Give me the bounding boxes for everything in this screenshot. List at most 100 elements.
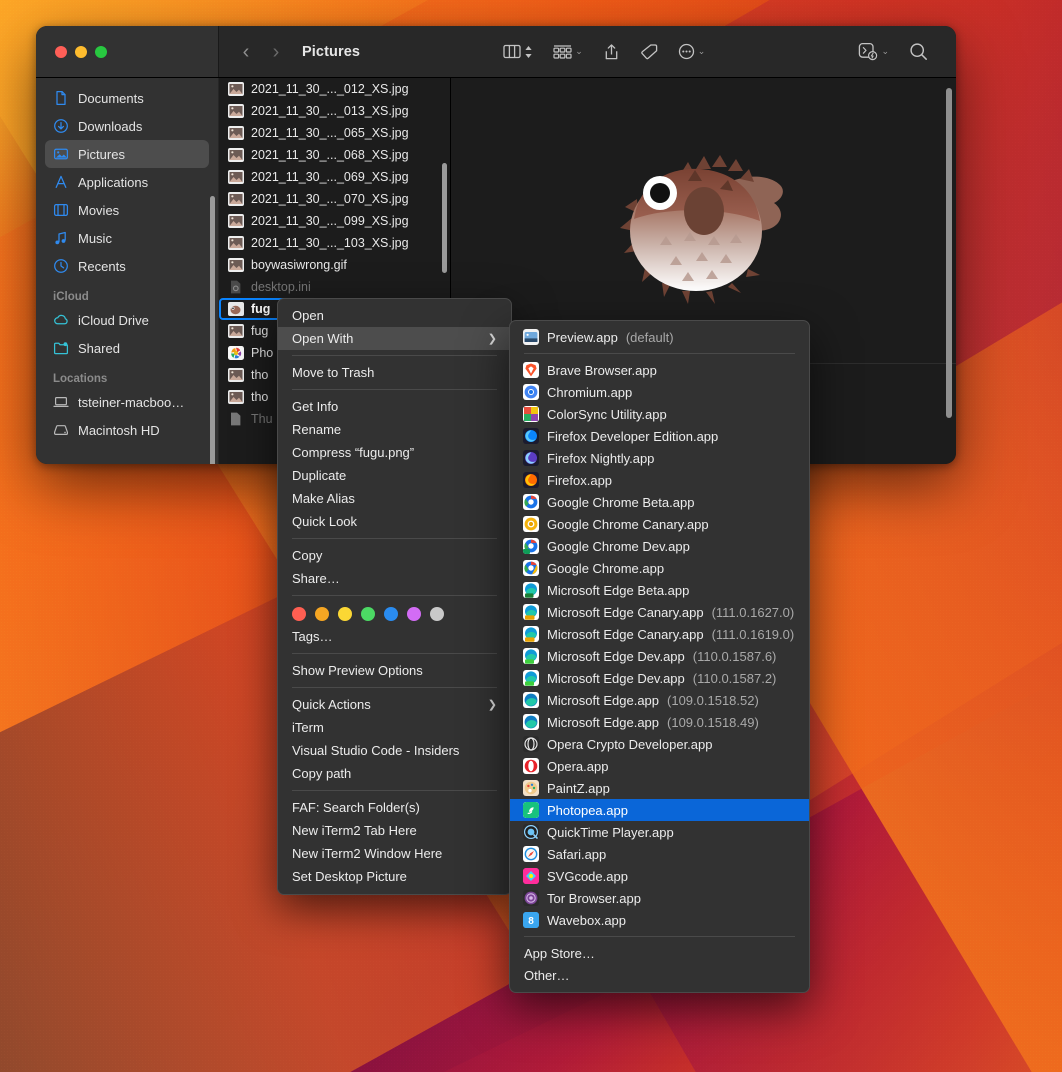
context-menu-item-new-iterm2-window-here[interactable]: New iTerm2 Window Here — [278, 842, 511, 865]
tag-color-dot[interactable] — [361, 607, 375, 621]
tag-color-dot[interactable] — [315, 607, 329, 621]
tags-button[interactable] — [640, 43, 658, 60]
file-list-item[interactable]: 2021_11_30_..._070_XS.jpg — [219, 188, 450, 210]
view-mode-stepper-icon[interactable] — [524, 44, 533, 60]
file-list-item[interactable]: 2021_11_30_..._069_XS.jpg — [219, 166, 450, 188]
tag-color-dot[interactable] — [292, 607, 306, 621]
context-menu-item-get-info[interactable]: Get Info — [278, 395, 511, 418]
chevron-down-icon[interactable]: ⌄ — [881, 46, 889, 57]
open-with-item-microsoft-edge-app[interactable]: Microsoft Edge.app (109.0.1518.52) — [510, 689, 809, 711]
file-list-item[interactable]: boywasiwrong.gif — [219, 254, 450, 276]
open-with-item-colorsync-utility-app[interactable]: ColorSync Utility.app — [510, 403, 809, 425]
open-with-item-quicktime-player-app[interactable]: QuickTime Player.app — [510, 821, 809, 843]
open-with-item-google-chrome-app[interactable]: Google Chrome.app — [510, 557, 809, 579]
sidebar-item-documents[interactable]: Documents — [45, 84, 209, 112]
open-with-item-microsoft-edge-dev-app[interactable]: Microsoft Edge Dev.app (110.0.1587.6) — [510, 645, 809, 667]
sidebar-item-tsteiner-macboo[interactable]: tsteiner-macboo… — [45, 388, 209, 416]
open-with-item-microsoft-edge-dev-app[interactable]: Microsoft Edge Dev.app (110.0.1587.2) — [510, 667, 809, 689]
open-with-item-svgcode-app[interactable]: SVGcode.app — [510, 865, 809, 887]
open-with-item-brave-browser-app[interactable]: Brave Browser.app — [510, 359, 809, 381]
file-list-item[interactable]: 2021_11_30_..._012_XS.jpg — [219, 78, 450, 100]
open-with-item-wavebox-app[interactable]: 8Wavebox.app — [510, 909, 809, 931]
open-with-item-firefox-app[interactable]: Firefox.app — [510, 469, 809, 491]
more-actions-control[interactable]: ⌄ — [678, 43, 706, 60]
context-menu-item-open[interactable]: Open — [278, 304, 511, 327]
context-menu-item-set-desktop-picture[interactable]: Set Desktop Picture — [278, 865, 511, 888]
open-with-item-photopea-app[interactable]: Photopea.app — [510, 799, 809, 821]
open-with-item-preview-app[interactable]: Preview.app (default) — [510, 326, 809, 348]
close-button[interactable] — [55, 46, 67, 58]
view-mode-control[interactable] — [503, 44, 533, 60]
open-with-item-opera-crypto-developer-app[interactable]: Opera Crypto Developer.app — [510, 733, 809, 755]
context-menu-item-faf-search-folder-s[interactable]: FAF: Search Folder(s) — [278, 796, 511, 819]
context-menu-item-open-with[interactable]: Open With❯ — [278, 327, 511, 350]
open-with-item-safari-app[interactable]: Safari.app — [510, 843, 809, 865]
back-button[interactable]: ‹ — [231, 42, 261, 62]
minimize-button[interactable] — [75, 46, 87, 58]
tag-color-dot[interactable] — [384, 607, 398, 621]
context-menu-item-copy-path[interactable]: Copy path — [278, 762, 511, 785]
context-menu-item-share[interactable]: Share… — [278, 567, 511, 590]
sidebar-item-recents[interactable]: Recents — [45, 252, 209, 280]
open-with-item-other[interactable]: Other… — [510, 964, 809, 986]
file-list-item[interactable]: 2021_11_30_..._103_XS.jpg — [219, 232, 450, 254]
context-menu-item-quick-look[interactable]: Quick Look — [278, 510, 511, 533]
open-with-item-firefox-developer-edition-app[interactable]: Firefox Developer Edition.app — [510, 425, 809, 447]
open-with-item-google-chrome-beta-app[interactable]: Google Chrome Beta.app — [510, 491, 809, 513]
sidebar-item-macintosh-hd[interactable]: Macintosh HD — [45, 416, 209, 444]
tag-color-dot[interactable] — [407, 607, 421, 621]
context-menu-item-show-preview-options[interactable]: Show Preview Options — [278, 659, 511, 682]
tag-color-dot[interactable] — [430, 607, 444, 621]
column-view-icon[interactable] — [503, 44, 521, 59]
quick-action-control[interactable]: ⌄ — [858, 42, 889, 61]
sidebar-item-icloud-drive[interactable]: iCloud Drive — [45, 306, 209, 334]
group-by-control[interactable]: ⌄ — [553, 44, 583, 60]
open-with-item-opera-app[interactable]: Opera.app — [510, 755, 809, 777]
context-menu-item-visual-studio-code-insiders[interactable]: Visual Studio Code - Insiders — [278, 739, 511, 762]
open-with-item-app-store[interactable]: App Store… — [510, 942, 809, 964]
context-menu-item-copy[interactable]: Copy — [278, 544, 511, 567]
file-list-item[interactable]: 2021_11_30_..._099_XS.jpg — [219, 210, 450, 232]
sidebar-item-shared[interactable]: Shared — [45, 334, 209, 362]
open-with-item-tor-browser-app[interactable]: Tor Browser.app — [510, 887, 809, 909]
open-with-item-microsoft-edge-app[interactable]: Microsoft Edge.app (109.0.1518.49) — [510, 711, 809, 733]
context-menu-item-make-alias[interactable]: Make Alias — [278, 487, 511, 510]
more-actions-icon[interactable] — [678, 43, 695, 60]
open-with-item-firefox-nightly-app[interactable]: Firefox Nightly.app — [510, 447, 809, 469]
forward-button[interactable]: › — [261, 42, 291, 62]
open-with-item-paintz-app[interactable]: PaintZ.app — [510, 777, 809, 799]
zoom-button[interactable] — [95, 46, 107, 58]
share-button[interactable] — [603, 43, 620, 61]
open-with-item-microsoft-edge-beta-app[interactable]: Microsoft Edge Beta.app — [510, 579, 809, 601]
open-with-item-google-chrome-canary-app[interactable]: Google Chrome Canary.app — [510, 513, 809, 535]
chevron-down-icon[interactable]: ⌄ — [575, 46, 583, 57]
search-button[interactable] — [909, 42, 928, 61]
sidebar-item-movies[interactable]: Movies — [45, 196, 209, 224]
file-list-scrollbar[interactable] — [442, 163, 447, 273]
open-with-item-microsoft-edge-canary-app[interactable]: Microsoft Edge Canary.app (111.0.1619.0) — [510, 623, 809, 645]
context-menu-item-iterm[interactable]: iTerm — [278, 716, 511, 739]
tag-icon[interactable] — [640, 43, 658, 60]
open-with-item-google-chrome-dev-app[interactable]: Google Chrome Dev.app — [510, 535, 809, 557]
chevron-down-icon[interactable]: ⌄ — [698, 46, 706, 57]
tag-color-dot[interactable] — [338, 607, 352, 621]
open-with-item-chromium-app[interactable]: Chromium.app — [510, 381, 809, 403]
file-list-item[interactable]: desktop.ini — [219, 276, 450, 298]
sidebar-item-applications[interactable]: Applications — [45, 168, 209, 196]
sidebar-item-downloads[interactable]: Downloads — [45, 112, 209, 140]
group-by-icon[interactable] — [553, 44, 572, 60]
context-menu-item-tags[interactable]: Tags… — [278, 625, 511, 648]
file-list-item[interactable]: 2021_11_30_..._068_XS.jpg — [219, 144, 450, 166]
file-list-item[interactable]: 2021_11_30_..._065_XS.jpg — [219, 122, 450, 144]
context-menu-item-quick-actions[interactable]: Quick Actions❯ — [278, 693, 511, 716]
quick-action-icon[interactable] — [858, 42, 878, 61]
file-list-item[interactable]: 2021_11_30_..._013_XS.jpg — [219, 100, 450, 122]
share-icon[interactable] — [603, 43, 620, 61]
preview-scrollbar[interactable] — [946, 88, 952, 418]
sidebar-item-music[interactable]: Music — [45, 224, 209, 252]
context-menu-item-duplicate[interactable]: Duplicate — [278, 464, 511, 487]
search-icon[interactable] — [909, 42, 928, 61]
context-menu-item-move-to-trash[interactable]: Move to Trash — [278, 361, 511, 384]
context-menu-item-compress-fugu-png[interactable]: Compress “fugu.png” — [278, 441, 511, 464]
sidebar-scrollbar[interactable] — [210, 196, 215, 464]
